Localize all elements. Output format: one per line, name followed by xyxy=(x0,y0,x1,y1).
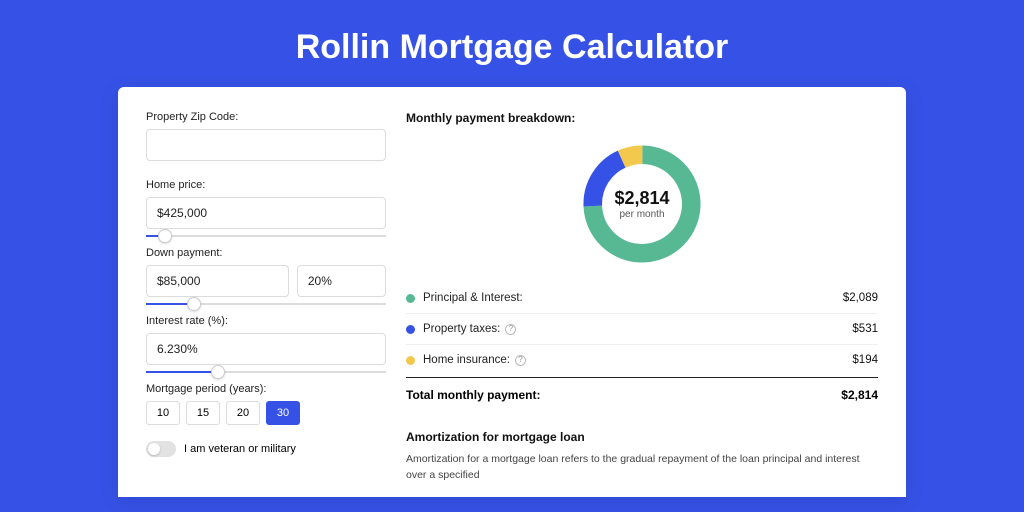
rate-input[interactable] xyxy=(146,333,386,365)
calculator-card: Property Zip Code: Home price: Down paym… xyxy=(118,87,906,497)
legend-label: Principal & Interest: xyxy=(423,292,843,304)
total-value: $2,814 xyxy=(841,388,878,402)
period-option-15[interactable]: 15 xyxy=(186,401,220,425)
price-slider[interactable] xyxy=(146,235,386,237)
price-input[interactable] xyxy=(146,197,386,229)
zip-label: Property Zip Code: xyxy=(146,111,386,123)
price-field: Home price: xyxy=(146,179,386,229)
period-option-20[interactable]: 20 xyxy=(226,401,260,425)
total-row: Total monthly payment: $2,814 xyxy=(406,377,878,416)
period-group: 10152030 xyxy=(146,401,386,425)
legend-dot xyxy=(406,294,415,303)
legend-row: Home insurance:?$194 xyxy=(406,345,878,375)
zip-input[interactable] xyxy=(146,129,386,161)
down-slider[interactable] xyxy=(146,303,386,305)
legend-label: Home insurance:? xyxy=(423,354,852,366)
legend-dot xyxy=(406,356,415,365)
period-option-30[interactable]: 30 xyxy=(266,401,300,425)
donut-center: $2,814 per month xyxy=(577,139,707,269)
legend-label: Property taxes:? xyxy=(423,323,852,335)
donut-chart: $2,814 per month xyxy=(406,135,878,283)
legend-row: Property taxes:?$531 xyxy=(406,314,878,345)
page-title: Rollin Mortgage Calculator xyxy=(0,0,1024,87)
zip-field: Property Zip Code: xyxy=(146,111,386,161)
help-icon[interactable]: ? xyxy=(515,355,526,366)
legend-value: $531 xyxy=(852,323,878,335)
legend-value: $194 xyxy=(852,354,878,366)
down-field: Down payment: xyxy=(146,247,386,297)
rate-field: Interest rate (%): xyxy=(146,315,386,365)
breakdown-title: Monthly payment breakdown: xyxy=(406,111,878,125)
amortization-body: Amortization for a mortgage loan refers … xyxy=(406,452,878,484)
down-label: Down payment: xyxy=(146,247,386,259)
veteran-toggle[interactable] xyxy=(146,441,176,457)
down-percent-input[interactable] xyxy=(297,265,386,297)
period-option-10[interactable]: 10 xyxy=(146,401,180,425)
rate-slider[interactable] xyxy=(146,371,386,373)
period-field: Mortgage period (years): 10152030 xyxy=(146,383,386,425)
veteran-row: I am veteran or military xyxy=(146,441,386,457)
veteran-label: I am veteran or military xyxy=(184,443,296,455)
rate-label: Interest rate (%): xyxy=(146,315,386,327)
down-amount-input[interactable] xyxy=(146,265,289,297)
legend: Principal & Interest:$2,089Property taxe… xyxy=(406,283,878,375)
donut-amount: $2,814 xyxy=(614,188,669,209)
period-label: Mortgage period (years): xyxy=(146,383,386,395)
legend-value: $2,089 xyxy=(843,292,878,304)
price-label: Home price: xyxy=(146,179,386,191)
form-column: Property Zip Code: Home price: Down paym… xyxy=(146,111,386,487)
amortization-title: Amortization for mortgage loan xyxy=(406,430,878,444)
legend-row: Principal & Interest:$2,089 xyxy=(406,283,878,314)
result-column: Monthly payment breakdown: $2,814 per mo… xyxy=(406,111,878,487)
legend-dot xyxy=(406,325,415,334)
help-icon[interactable]: ? xyxy=(505,324,516,335)
donut-caption: per month xyxy=(619,209,664,220)
total-label: Total monthly payment: xyxy=(406,388,841,402)
